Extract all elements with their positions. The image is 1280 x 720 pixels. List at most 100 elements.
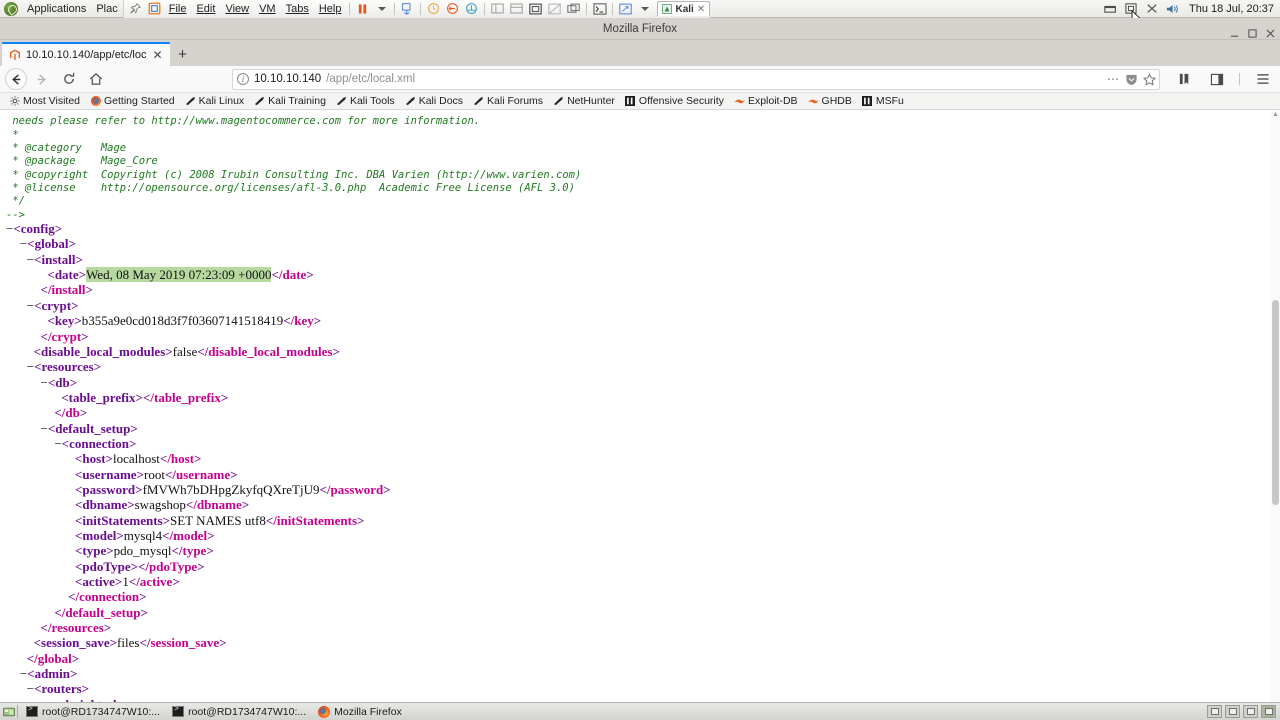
- taskbar-item-terminal-1[interactable]: root@RD1734747W10:...: [20, 704, 166, 720]
- tab-close-icon[interactable]: ✕: [151, 49, 163, 61]
- taskbar-item-terminal-2[interactable]: root@RD1734747W10:...: [166, 704, 312, 720]
- sidebar-icon[interactable]: [1204, 68, 1229, 90]
- stretch-guest-icon[interactable]: [616, 1, 635, 17]
- collapse-toggle-default-setup[interactable]: −: [41, 421, 48, 436]
- reload-button[interactable]: [56, 68, 81, 90]
- forward-button[interactable]: [29, 68, 54, 90]
- window-minimize-icon[interactable]: [1229, 28, 1240, 39]
- bookmark-msfu[interactable]: MSFu: [857, 95, 909, 107]
- bookmark-getting-started[interactable]: Getting Started: [85, 95, 180, 107]
- bookmark-kali-linux[interactable]: Kali Linux: [180, 95, 250, 107]
- gnome-logo-icon[interactable]: [4, 1, 18, 16]
- collapse-toggle-connection[interactable]: −: [54, 436, 61, 451]
- bookmark-exploit-db[interactable]: Exploit-DB: [729, 95, 803, 107]
- vmware-host-bar: Applications Plac File Edit View VM Tabs…: [0, 0, 1280, 18]
- firefox-window: Mozilla Firefox 10.10.10.140/app/etc/loc…: [0, 18, 1280, 702]
- bookmark-kali-forums[interactable]: Kali Forums: [468, 95, 548, 107]
- url-bar[interactable]: i 10.10.10.140/app/etc/local.xml ⋯: [232, 68, 1160, 90]
- bookmark-kali-docs[interactable]: Kali Docs: [400, 95, 468, 107]
- vm-tab-close-icon[interactable]: ✕: [697, 4, 705, 15]
- workspace-3[interactable]: [1243, 705, 1258, 718]
- tag-password-open: <password>: [75, 481, 143, 497]
- browser-tab[interactable]: 10.10.10.140/app/etc/loc ✕: [2, 42, 170, 66]
- minimize-icon[interactable]: [1101, 1, 1120, 17]
- pin-icon[interactable]: [126, 1, 145, 17]
- taskbar-item-label: Mozilla Firefox: [334, 705, 402, 718]
- tag-session-save-close: </session_save>: [139, 635, 227, 651]
- workspace-2[interactable]: [1225, 705, 1240, 718]
- show-desktop-icon[interactable]: [3, 706, 15, 718]
- applications-menu[interactable]: Applications: [22, 0, 91, 18]
- scroll-up-icon[interactable]: ▲: [1272, 111, 1279, 119]
- menu-vm[interactable]: VM: [254, 0, 281, 18]
- menu-file[interactable]: File: [164, 0, 192, 18]
- page-actions-ellipsis-icon[interactable]: ⋯: [1107, 72, 1119, 86]
- scrollbar-thumb[interactable]: [1272, 300, 1279, 505]
- navbar-divider: [1239, 73, 1240, 85]
- pause-icon[interactable]: [353, 1, 372, 17]
- snapshot-icon[interactable]: [398, 1, 417, 17]
- value-model: mysql4: [123, 527, 163, 543]
- collapse-toggle-resources[interactable]: −: [27, 359, 34, 374]
- info-icon[interactable]: i: [237, 73, 249, 85]
- menu-edit[interactable]: Edit: [191, 0, 220, 18]
- new-tab-button[interactable]: +: [170, 42, 196, 66]
- bookmark-kali-tools[interactable]: Kali Tools: [331, 95, 400, 107]
- menu-view-label: View: [225, 2, 250, 15]
- menu-help[interactable]: Help: [314, 0, 347, 18]
- tag-password-close: </password>: [319, 481, 391, 497]
- workspace-4[interactable]: [1261, 705, 1276, 718]
- collapse-toggle-crypt[interactable]: −: [27, 298, 34, 313]
- bookmark-most-visited[interactable]: Most Visited: [4, 95, 85, 107]
- places-menu[interactable]: Plac: [91, 0, 122, 18]
- bookmark-ghdb[interactable]: GHDB: [803, 95, 857, 107]
- tag-disable-local-modules-close: </disable_local_modules>: [197, 343, 340, 359]
- tag-table-prefix: <table_prefix>: [61, 389, 143, 405]
- back-button[interactable]: [5, 68, 27, 90]
- vmware-window-icon[interactable]: [145, 1, 164, 17]
- value-username: root: [144, 466, 165, 482]
- collapse-toggle-install[interactable]: −: [27, 252, 34, 267]
- snapshot-manager-icon[interactable]: [462, 1, 481, 17]
- show-toolbar-icon[interactable]: [507, 1, 526, 17]
- bookmark-kali-training[interactable]: Kali Training: [249, 95, 331, 107]
- value-dbname: swagshop: [134, 497, 186, 513]
- bookmark-offensive-security[interactable]: Offensive Security: [620, 95, 729, 107]
- menu-tabs[interactable]: Tabs: [281, 0, 314, 18]
- multiple-monitors-icon[interactable]: [564, 1, 583, 17]
- workspace-1[interactable]: [1207, 705, 1222, 718]
- collapse-toggle-routers[interactable]: −: [27, 681, 34, 696]
- close-icon[interactable]: [1143, 1, 1162, 17]
- volume-icon[interactable]: [1164, 1, 1183, 17]
- gear-icon: [9, 96, 20, 107]
- stretch-dropdown-caret-icon[interactable]: [635, 1, 654, 17]
- pocket-icon[interactable]: [1125, 73, 1137, 86]
- hamburger-menu-icon[interactable]: [1250, 68, 1275, 90]
- vm-tab-kali[interactable]: Kali ✕: [657, 1, 711, 16]
- revert-snapshot-icon[interactable]: [443, 1, 462, 17]
- tag-model-open: <model>: [75, 527, 124, 543]
- url-path: /app/etc/local.xml: [326, 73, 416, 85]
- collapse-toggle-db[interactable]: −: [41, 375, 48, 390]
- power-dropdown-caret-icon[interactable]: [372, 1, 391, 17]
- star-icon[interactable]: [1142, 73, 1157, 86]
- window-maximize-icon[interactable]: [1247, 28, 1258, 39]
- fullscreen-icon[interactable]: [526, 1, 545, 17]
- bookmark-nethunter[interactable]: NetHunter: [548, 95, 620, 107]
- window-close-icon[interactable]: [1265, 28, 1276, 39]
- taskbar-item-firefox[interactable]: Mozilla Firefox: [312, 704, 408, 720]
- tag-connection-open: <connection>: [61, 435, 137, 451]
- home-button[interactable]: [83, 68, 108, 90]
- tag-resources-close: </resources>: [40, 620, 112, 636]
- console-view-icon[interactable]: [590, 1, 609, 17]
- tag-pdotype-close: </pdoType>: [138, 558, 205, 574]
- value-type: pdo_mysql: [113, 543, 172, 559]
- library-icon[interactable]: [1172, 68, 1197, 90]
- show-sidebar-icon[interactable]: [488, 1, 507, 17]
- vertical-scrollbar[interactable]: ▲ ▼: [1271, 110, 1280, 702]
- unity-mode-icon[interactable]: [545, 1, 564, 17]
- take-snapshot-icon[interactable]: [424, 1, 443, 17]
- menu-view[interactable]: View: [220, 0, 254, 18]
- firefox-window-controls: [1229, 28, 1276, 39]
- taskbar-item-label: root@RD1734747W10:...: [188, 705, 307, 718]
